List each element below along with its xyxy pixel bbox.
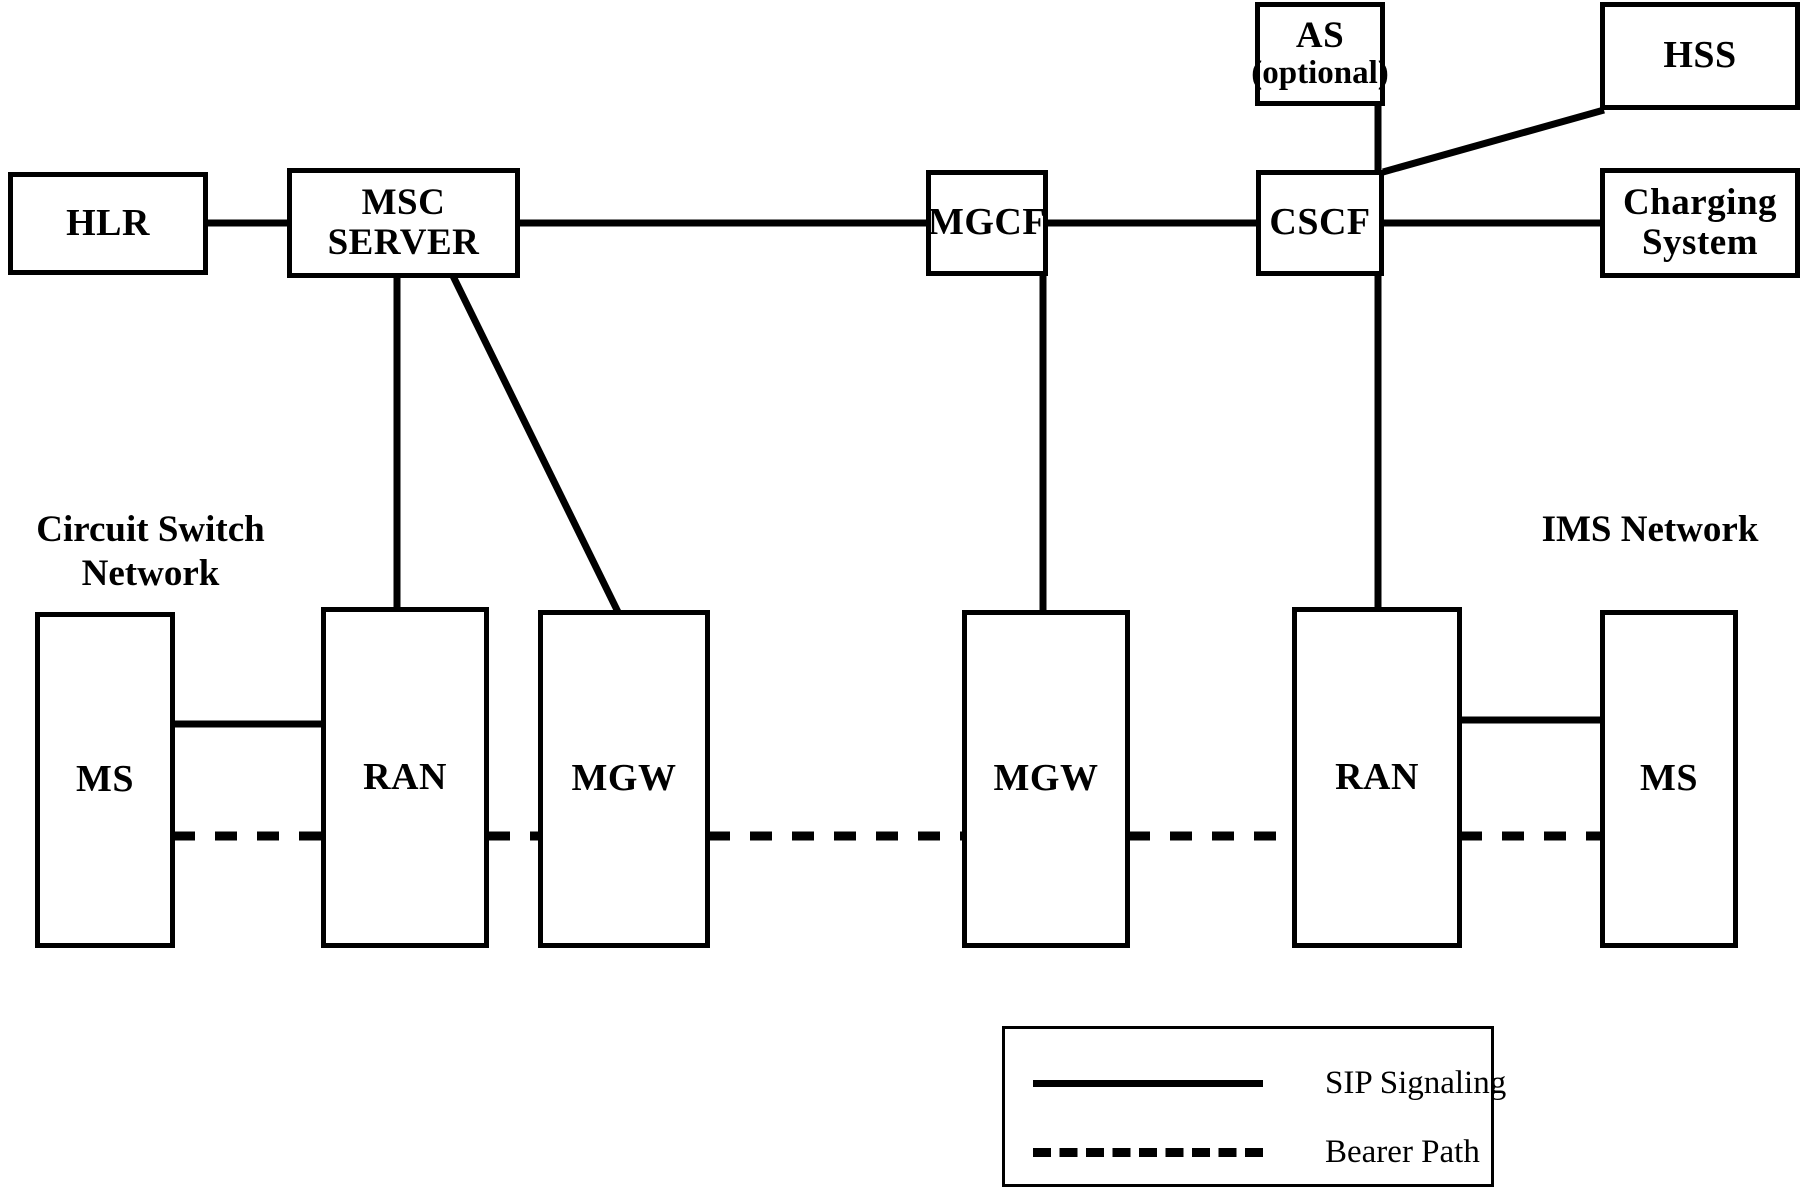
node-msc-server[interactable]: MSC SERVER [287,168,520,278]
legend-item-bearer-path: Bearer Path [1033,1134,1480,1171]
node-mgcf[interactable]: MGCF [926,170,1048,276]
link-mscserver-mgwleft [449,274,622,614]
node-ms-left[interactable]: MS [35,612,175,948]
node-ran-left[interactable]: RAN [321,607,489,948]
legend-dashed-line-icon [1033,1148,1263,1157]
network-diagram: HLR MSC SERVER MGCF CSCF AS (optional) H… [0,0,1804,1193]
node-hlr-label: HLR [66,201,150,244]
node-cscf[interactable]: CSCF [1256,170,1384,276]
node-ms-right[interactable]: MS [1600,610,1738,948]
legend-label-sip-signaling: SIP Signaling [1325,1065,1507,1101]
node-msc-server-label: MSC SERVER [327,182,480,263]
node-hss-label: HSS [1663,34,1737,77]
node-hlr[interactable]: HLR [8,172,208,275]
node-ms-right-label: MS [1640,757,1698,800]
node-hss[interactable]: HSS [1600,2,1800,110]
node-ran-right[interactable]: RAN [1292,607,1462,948]
node-charging-system-label: Charging System [1622,182,1778,263]
legend-solid-line-icon [1033,1080,1263,1087]
node-charging-system[interactable]: Charging System [1600,168,1800,278]
node-as[interactable]: AS (optional) [1251,2,1389,106]
node-mgw-left-label: MGW [571,757,677,800]
node-ms-left-label: MS [76,758,134,801]
node-ran-right-label: RAN [1335,755,1419,798]
node-as-sublabel: (optional) [1251,55,1389,92]
node-cscf-label: CSCF [1269,201,1371,244]
node-ran-left-label: RAN [363,755,447,798]
legend: SIP Signaling Bearer Path [1002,1026,1506,1187]
legend-item-sip-signaling: SIP Signaling [1033,1065,1506,1102]
legend-label-bearer-path: Bearer Path [1325,1134,1480,1170]
area-label-circuit-switch: Circuit Switch Network [36,509,265,594]
node-mgw-right-label: MGW [993,757,1099,800]
connection-lines [173,105,1605,841]
link-cscf-hss [1382,106,1605,176]
node-mgw-right[interactable]: MGW [962,610,1130,948]
area-label-ims: IMS Network [1541,509,1759,550]
node-mgcf-label: MGCF [927,201,1047,244]
node-mgw-left[interactable]: MGW [538,610,710,948]
node-as-label: AS [1295,14,1345,56]
